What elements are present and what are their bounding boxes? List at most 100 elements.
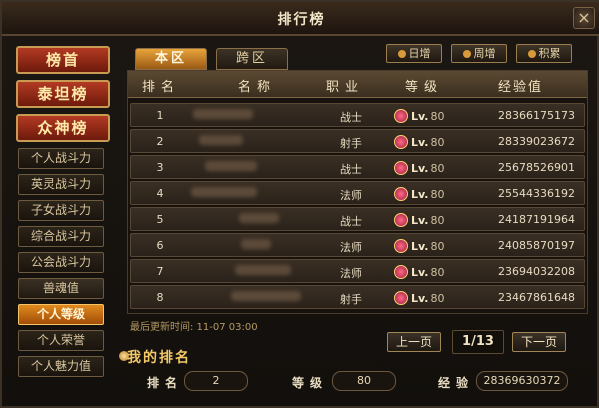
job-cell: 射手 [340, 137, 362, 150]
weekly-increase-button[interactable]: 周增 [451, 44, 507, 63]
nav-personal-power[interactable]: 个人战斗力 [18, 148, 104, 169]
table-row[interactable]: 2 射手 Lv. 80 28339023672 [130, 129, 585, 153]
tab-cross-server[interactable]: 跨区 [216, 48, 288, 70]
nav-personal-level[interactable]: 个人等级 [18, 304, 104, 325]
level-badge-icon [394, 213, 408, 227]
name-cell-blurred [191, 239, 321, 251]
exp-cell: 25544336192 [498, 187, 575, 200]
prev-page-button[interactable]: 上一页 [387, 332, 441, 352]
level-cell: Lv. 80 [394, 187, 444, 201]
dot-icon [462, 50, 471, 58]
level-cell: Lv. 80 [394, 265, 444, 279]
table-row[interactable]: 4 法师 Lv. 80 25544336192 [130, 181, 585, 205]
job-cell: 射手 [340, 293, 362, 306]
name-cell-blurred [191, 135, 321, 147]
my-exp-label: 经验 [438, 376, 475, 390]
nav-guild-power[interactable]: 公会战斗力 [18, 252, 104, 273]
level-badge-icon [394, 239, 408, 253]
close-button[interactable]: × [573, 7, 595, 29]
job-cell: 法师 [340, 189, 362, 202]
nav-titan-rank[interactable]: 泰坦榜 [16, 80, 110, 108]
daily-label: 日增 [408, 47, 431, 60]
level-badge-icon [394, 135, 408, 149]
nav-spirit-power[interactable]: 英灵战斗力 [18, 174, 104, 195]
rank-cell: 2 [156, 135, 164, 148]
my-exp-value: 28369630372 [476, 371, 568, 391]
exp-cell: 25678526901 [498, 161, 575, 174]
table-row[interactable]: 3 战士 Lv. 80 25678526901 [130, 155, 585, 179]
exp-cell: 28366175173 [498, 109, 575, 122]
my-rank-value: 2 [184, 371, 248, 391]
level-badge-icon [394, 161, 408, 175]
accumulated-label: 积累 [538, 47, 561, 60]
exp-cell: 24187191964 [498, 213, 575, 226]
level-cell: Lv. 80 [394, 135, 444, 149]
exp-cell: 28339023672 [498, 135, 575, 148]
accumulated-button[interactable]: 积累 [516, 44, 572, 63]
table-row[interactable]: 8 射手 Lv. 80 23467861648 [130, 285, 585, 309]
level-cell: Lv. 80 [394, 161, 444, 175]
exp-cell: 23694032208 [498, 265, 575, 278]
title-bar: 排行榜 × [2, 2, 599, 36]
level-cell: Lv. 80 [394, 109, 444, 123]
my-level-value: 80 [332, 371, 396, 391]
table-row[interactable]: 6 法师 Lv. 80 24085870197 [130, 233, 585, 257]
job-cell: 法师 [340, 241, 362, 254]
rank-cell: 1 [156, 109, 164, 122]
last-update-time: 最后更新时间: 11-07 03:00 [130, 322, 258, 333]
level-cell: Lv. 80 [394, 239, 444, 253]
nav-personal-honor[interactable]: 个人荣誉 [18, 330, 104, 351]
page-indicator: 1/13 [452, 330, 504, 354]
level-badge-icon [394, 291, 408, 305]
nav-total-power[interactable]: 综合战斗力 [18, 226, 104, 247]
nav-top-rank[interactable]: 榜首 [16, 46, 110, 74]
table-row[interactable]: 1 战士 Lv. 80 28366175173 [130, 103, 585, 127]
job-cell: 战士 [340, 163, 362, 176]
nav-gods-rank[interactable]: 众神榜 [16, 114, 110, 142]
window-title: 排行榜 [277, 12, 326, 28]
name-cell-blurred [191, 109, 321, 121]
header-exp: 经验值 [498, 80, 544, 95]
level-cell: Lv. 80 [394, 291, 444, 305]
ranking-table: 排名 名称 职业 等级 经验值 1 战士 Lv. 80 28366175173 2… [127, 70, 588, 314]
table-row[interactable]: 7 法师 Lv. 80 23694032208 [130, 259, 585, 283]
my-rank-title: 我的排名 [127, 350, 191, 366]
level-badge-icon [394, 265, 408, 279]
ranking-nav: 榜首 泰坦榜 众神榜 个人战斗力 英灵战斗力 子女战斗力 综合战斗力 公会战斗力… [12, 46, 112, 382]
weekly-label: 周增 [473, 47, 496, 60]
name-cell-blurred [191, 187, 321, 199]
my-level-label: 等级 [292, 376, 329, 390]
next-page-button[interactable]: 下一页 [512, 332, 566, 352]
nav-child-power[interactable]: 子女战斗力 [18, 200, 104, 221]
exp-cell: 24085870197 [498, 239, 575, 252]
job-cell: 战士 [340, 111, 362, 124]
nav-personal-charm[interactable]: 个人魅力值 [18, 356, 104, 377]
dot-icon [527, 50, 536, 58]
job-cell: 战士 [340, 215, 362, 228]
nav-beast-soul[interactable]: 兽魂值 [18, 278, 104, 299]
tab-local-server[interactable]: 本区 [135, 48, 207, 70]
rank-cell: 3 [156, 161, 164, 174]
name-cell-blurred [191, 265, 321, 277]
header-level: 等级 [405, 80, 444, 95]
table-header: 排名 名称 职业 等级 经验值 [128, 71, 587, 98]
name-cell-blurred [191, 161, 321, 173]
level-badge-icon [394, 187, 408, 201]
header-job: 职业 [326, 80, 365, 95]
dot-icon [397, 50, 406, 58]
exp-cell: 23467861648 [498, 291, 575, 304]
level-badge-icon [394, 109, 408, 123]
rank-cell: 5 [156, 213, 164, 226]
header-name: 名称 [238, 80, 277, 95]
rank-cell: 6 [156, 239, 164, 252]
job-cell: 法师 [340, 267, 362, 280]
level-cell: Lv. 80 [394, 213, 444, 227]
name-cell-blurred [191, 213, 321, 225]
table-row[interactable]: 5 战士 Lv. 80 24187191964 [130, 207, 585, 231]
rank-cell: 8 [156, 291, 164, 304]
rank-cell: 4 [156, 187, 164, 200]
rank-cell: 7 [156, 265, 164, 278]
my-rank-label: 排名 [147, 376, 184, 390]
name-cell-blurred [191, 291, 321, 303]
daily-increase-button[interactable]: 日增 [386, 44, 442, 63]
